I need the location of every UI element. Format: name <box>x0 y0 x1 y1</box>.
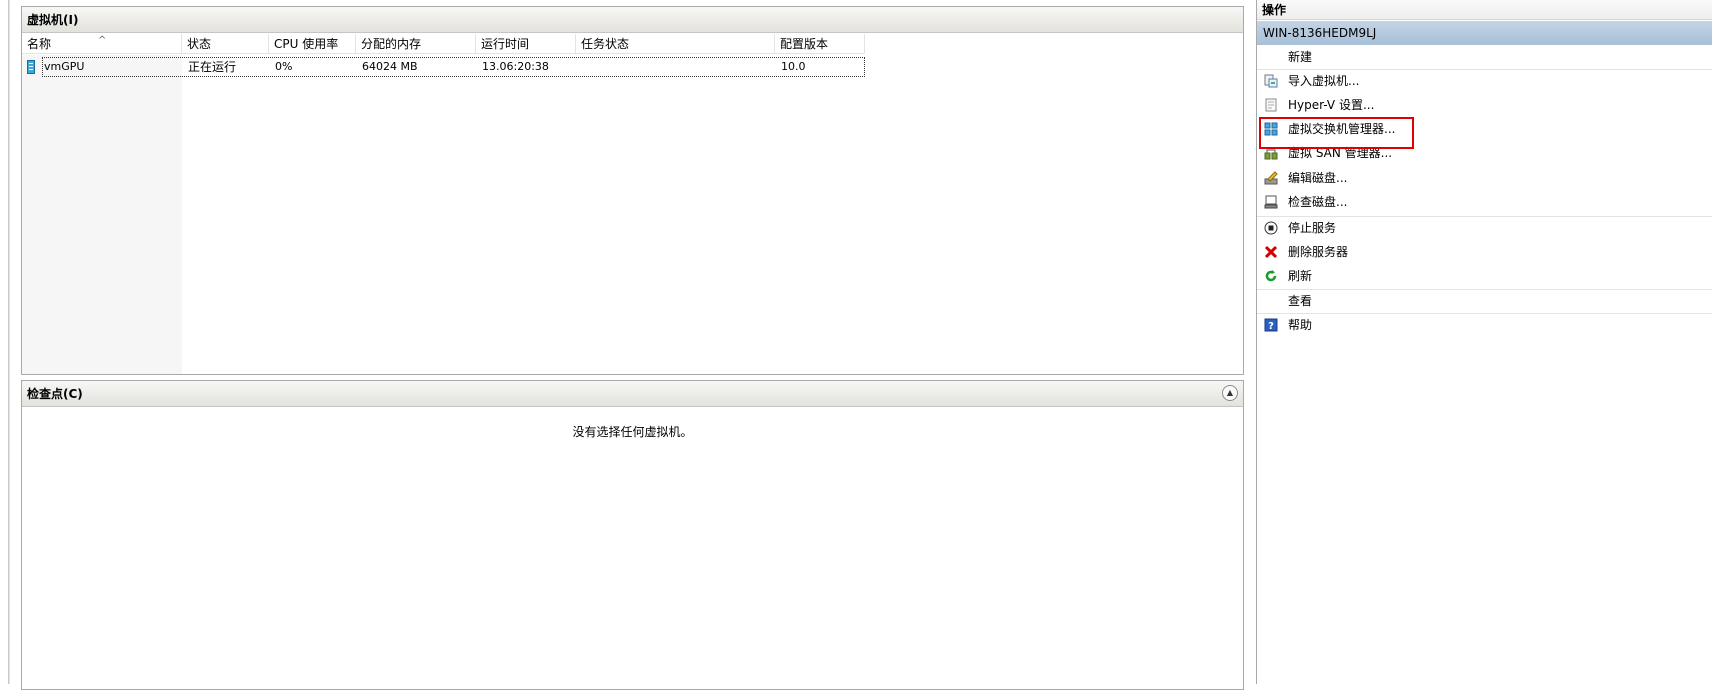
column-header-memory[interactable]: 分配的内存 <box>356 34 476 54</box>
action-delete-server[interactable]: 删除服务器 <box>1257 240 1712 264</box>
action-view[interactable]: 查看 <box>1257 289 1712 313</box>
vm-memory: 64024 MB <box>362 60 418 73</box>
action-inspect-disk[interactable]: 检查磁盘... <box>1257 190 1712 214</box>
actions-server-header[interactable]: WIN-8136HEDM9LJ <box>1257 21 1712 45</box>
help-icon: ? <box>1264 318 1278 332</box>
column-header-name[interactable]: 名称 ^ <box>22 34 182 54</box>
collapse-panel-button[interactable]: ▲ <box>1222 385 1238 401</box>
column-header-cpu[interactable]: CPU 使用率 <box>269 34 356 54</box>
action-hyperv-settings-label: Hyper-V 设置... <box>1288 98 1375 112</box>
action-stop-service[interactable]: 停止服务 <box>1257 216 1712 240</box>
action-refresh[interactable]: 刷新 <box>1257 264 1712 288</box>
action-help[interactable]: ? 帮助 <box>1257 313 1712 337</box>
stop-icon <box>1264 221 1278 235</box>
vm-panel-title: 虚拟机(I) <box>22 7 1243 33</box>
table-row[interactable]: vmGPU 正在运行 0% 64024 MB 13.06:20:38 10.0 <box>22 57 865 77</box>
checkpoint-panel-title-text: 检查点(C) <box>27 387 83 401</box>
inspect-disk-icon <box>1264 195 1278 209</box>
vm-status: 正在运行 <box>188 60 237 74</box>
left-frame-edge <box>0 0 9 684</box>
action-edit-disk[interactable]: 编辑磁盘... <box>1257 166 1712 190</box>
action-delete-server-label: 删除服务器 <box>1288 245 1349 259</box>
actions-pane: 操作 WIN-8136HEDM9LJ 新建 导入虚拟机... Hyper-V 设… <box>1256 0 1712 684</box>
column-header-task-status[interactable]: 任务状态 <box>576 34 775 54</box>
checkpoints-panel: 检查点(C) ▲ 没有选择任何虚拟机。 <box>21 380 1244 690</box>
action-new[interactable]: 新建 <box>1257 45 1712 69</box>
delete-icon <box>1264 245 1278 259</box>
action-stop-service-label: 停止服务 <box>1288 221 1337 235</box>
left-frame-line <box>9 0 10 684</box>
virtual-machine-icon <box>27 60 35 74</box>
column-header-name-label: 名称 <box>27 37 52 51</box>
column-header-config-version[interactable]: 配置版本 <box>775 34 865 54</box>
action-refresh-label: 刷新 <box>1288 269 1313 283</box>
svg-text:?: ? <box>1268 321 1274 332</box>
checkpoint-panel-title: 检查点(C) ▲ <box>22 381 1243 407</box>
name-column-background <box>22 55 182 374</box>
vm-cpu: 0% <box>275 60 293 73</box>
action-hyperv-settings[interactable]: Hyper-V 设置... <box>1257 93 1712 117</box>
edit-disk-icon <box>1264 171 1278 185</box>
column-header-uptime[interactable]: 运行时间 <box>476 34 576 54</box>
settings-doc-icon <box>1265 98 1277 112</box>
action-view-label: 查看 <box>1288 294 1313 308</box>
action-import-vm[interactable]: 导入虚拟机... <box>1257 69 1712 93</box>
row-focus-rect <box>42 57 865 77</box>
action-edit-disk-label: 编辑磁盘... <box>1288 171 1348 185</box>
refresh-icon <box>1265 270 1277 282</box>
vm-config-version: 10.0 <box>781 60 806 73</box>
import-icon <box>1264 74 1278 88</box>
virtual-machines-panel: 虚拟机(I) 名称 ^ 状态 CPU 使用率 分配的内存 运行时间 任务状态 配… <box>21 6 1244 375</box>
no-vm-selected-message: 没有选择任何虚拟机。 <box>572 425 693 439</box>
vm-uptime: 13.06:20:38 <box>482 60 549 73</box>
actions-title: 操作 <box>1257 0 1712 20</box>
sort-ascending-icon: ^ <box>98 35 107 46</box>
action-new-label: 新建 <box>1288 50 1313 64</box>
highlight-box <box>1259 117 1414 149</box>
action-import-vm-label: 导入虚拟机... <box>1288 74 1360 88</box>
vm-name: vmGPU <box>44 60 85 73</box>
column-header-status[interactable]: 状态 <box>182 34 269 54</box>
action-inspect-disk-label: 检查磁盘... <box>1288 195 1348 209</box>
action-help-label: 帮助 <box>1288 318 1313 332</box>
vm-table-header: 名称 ^ 状态 CPU 使用率 分配的内存 运行时间 任务状态 配置版本 <box>22 34 865 55</box>
